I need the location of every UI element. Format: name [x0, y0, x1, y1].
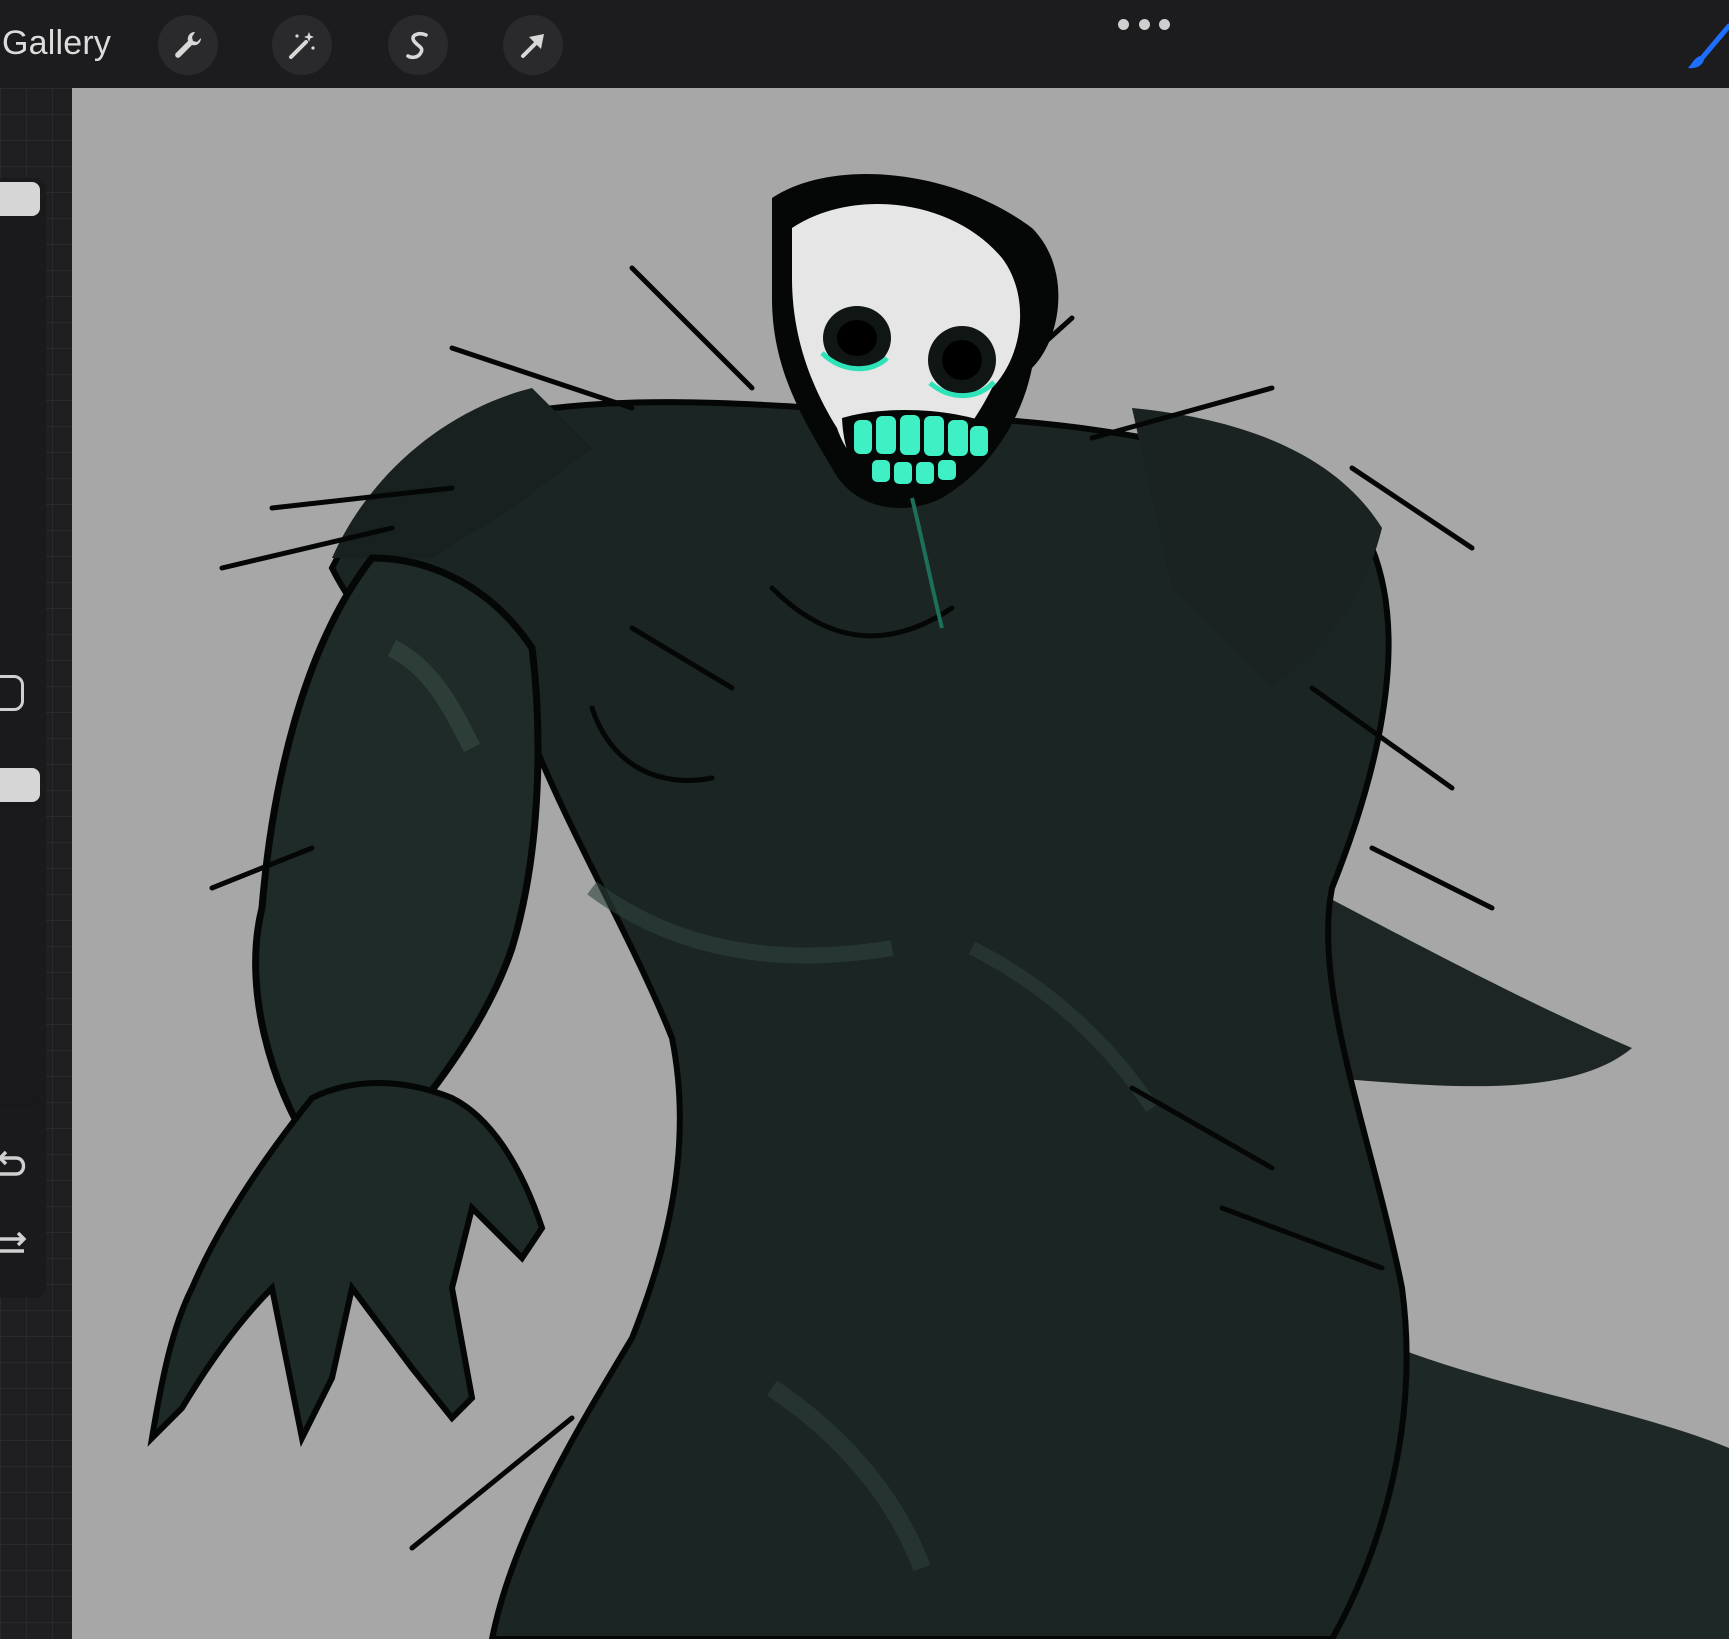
undo-icon[interactable]	[0, 1148, 30, 1182]
gallery-button[interactable]: Gallery	[0, 18, 111, 68]
left-sidebar	[0, 88, 72, 1639]
drawing-canvas[interactable]	[72, 88, 1729, 1639]
artwork-illustration	[147, 174, 1729, 1639]
sidebar-panel	[0, 178, 46, 1298]
modify-square-icon[interactable]	[0, 675, 24, 711]
selection-s-icon	[406, 32, 428, 60]
selection-button[interactable]	[388, 15, 448, 75]
top-toolbar: Gallery	[0, 0, 1729, 89]
opacity-slider[interactable]	[0, 768, 40, 1108]
brush-size-thumb[interactable]	[0, 182, 40, 216]
more-dots-icon[interactable]	[1118, 12, 1170, 36]
magic-wand-icon	[289, 32, 315, 59]
wrench-icon	[175, 31, 202, 58]
brush-size-slider[interactable]	[0, 182, 40, 527]
actions-button[interactable]	[158, 15, 218, 75]
transform-button[interactable]	[503, 15, 563, 75]
adjustments-button[interactable]	[272, 15, 332, 75]
arrow-cursor-icon	[521, 34, 544, 58]
opacity-thumb[interactable]	[0, 768, 40, 802]
redo-icon[interactable]	[0, 1228, 30, 1262]
brush-icon[interactable]	[1682, 22, 1729, 72]
